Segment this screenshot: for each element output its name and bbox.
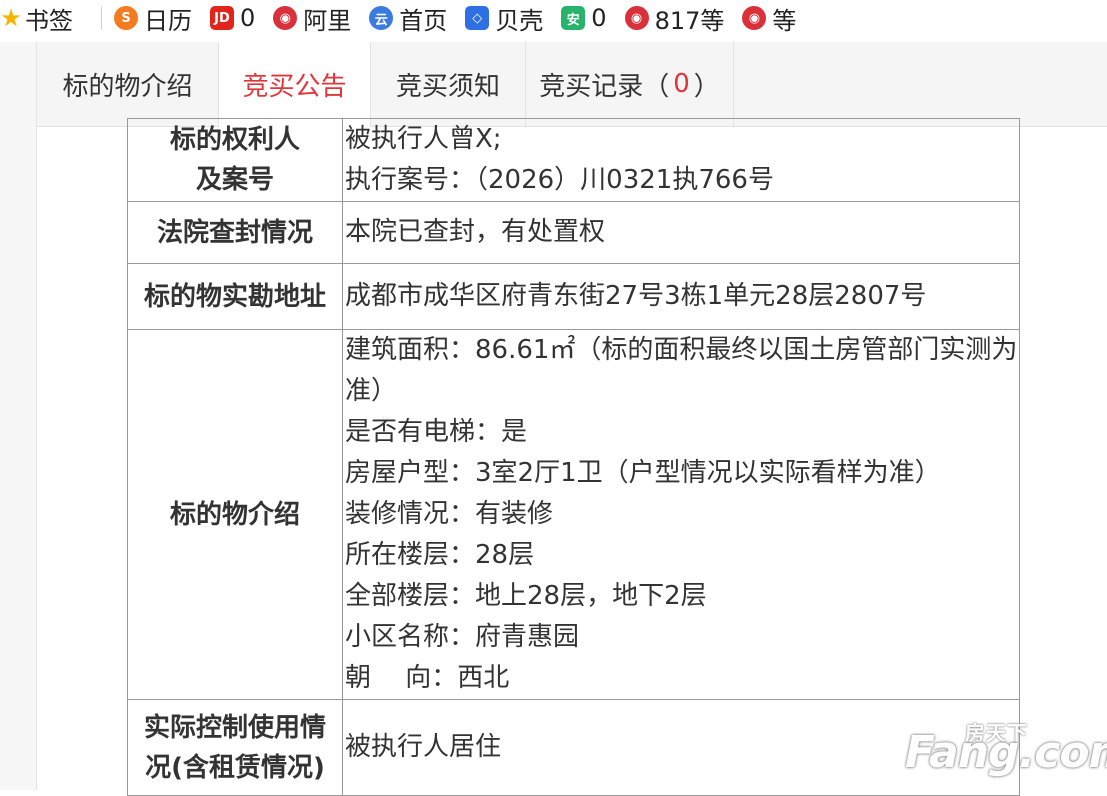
- bookmark-label: 817等: [654, 6, 725, 35]
- table-row: 实际控制使用情 况(含租赁情况) 被执行人居住: [127, 699, 1020, 796]
- row-value: 建筑面积：86.61㎡（标的面积最终以国土房管部门实测为准） 是否有电梯：是房屋户…: [342, 329, 1020, 700]
- fang-watermark: 房天下 Fang.com: [905, 717, 1107, 787]
- tab-0[interactable]: 标的物介绍: [37, 42, 219, 126]
- row-value: 成都市成华区府青东街27号3栋1单元28层2807号: [342, 263, 1020, 330]
- row-value-line: 装修情况：有装修: [345, 499, 554, 529]
- row-key-line: 法院查封情况: [156, 217, 313, 248]
- bookmark-item-2[interactable]: JD 0: [210, 0, 259, 36]
- bookmark-item-6[interactable]: 安0: [561, 0, 610, 36]
- row-key: 标的物介绍: [127, 329, 343, 700]
- row-value-line: 建筑面积：86.61㎡（标的面积最终以国土房管部门实测为准）: [345, 335, 1018, 406]
- bookmark-label: 等: [772, 6, 797, 35]
- sina-icon: S: [114, 6, 138, 30]
- row-value-line: 成都市成华区府青东街27号3栋1单元28层2807号: [345, 281, 927, 311]
- bookmark-item-8[interactable]: ◉ 等: [742, 0, 800, 36]
- bookmark-label: 0: [591, 4, 607, 32]
- auction-info-table: 标的权利人 及案号 被执行人曾X; 执行案号：（2026）川0321执766号 法院查封…: [127, 118, 1020, 796]
- bookmark-label: 书签: [25, 6, 73, 35]
- row-value-line: 全部楼层：地上28层，地下2层: [345, 581, 707, 611]
- bookmark-label: 贝壳: [495, 6, 544, 35]
- row-key: 法院查封情况: [127, 201, 343, 264]
- row-value-line: 本院已查封，有处置权: [345, 217, 606, 247]
- bookmark-label: 0: [240, 4, 256, 32]
- tab-label: 标的物介绍: [62, 71, 193, 102]
- beike-icon: ◇: [465, 6, 490, 30]
- row-key-line: 标的权利人: [169, 125, 300, 155]
- star-icon: ★: [0, 4, 22, 32]
- bookmark-label: 首页: [399, 6, 448, 35]
- tab-count: 0: [673, 69, 690, 99]
- row-value-line: 朝 向：西北: [345, 663, 510, 693]
- ali-icon: ◉: [624, 6, 649, 30]
- row-key-line: 标的物介绍: [169, 499, 300, 530]
- page-background: 标的物介绍 竞买公告 竞买须知 竞买记录（ 0） 标的权利人 及案号 被执行人曾X; 执行案号…: [0, 42, 1107, 796]
- jd-icon: JD: [210, 6, 234, 30]
- bookmark-item-5[interactable]: ◇ 贝壳: [465, 0, 547, 36]
- tab-2[interactable]: 竞买须知: [371, 42, 526, 126]
- tab-3[interactable]: 竞买记录（ 0）: [526, 42, 734, 126]
- row-key-line: 标的物实勘地址: [143, 281, 326, 312]
- an-icon: 安: [561, 6, 586, 30]
- row-key: 标的权利人 及案号: [127, 118, 343, 202]
- tab-1[interactable]: 竞买公告: [219, 42, 371, 127]
- ali-icon: ◉: [273, 6, 298, 30]
- watermark-logo-text: Fang.com: [905, 727, 1107, 778]
- bookmark-item-7[interactable]: ◉ 817等: [624, 0, 729, 36]
- row-value: 本院已查封，有处置权: [342, 201, 1020, 264]
- row-value-line: 小区名称：府青惠园: [345, 622, 580, 652]
- table-row: 标的权利人 及案号 被执行人曾X; 执行案号：（2026）川0321执766号: [127, 118, 1020, 202]
- row-value-line: 被执行人曾X;: [345, 124, 502, 154]
- bookmark-item-3[interactable]: ◉ 阿里: [273, 0, 355, 36]
- row-key-line: 及案号: [195, 165, 274, 195]
- row-value: 被执行人曾X; 执行案号：（2026）川0321执766号: [342, 118, 1020, 202]
- tab-label: 竞买记录（: [539, 71, 670, 102]
- table-row: 标的物实勘地址 成都市成华区府青东街27号3栋1单元28层2807号: [127, 263, 1020, 330]
- ali-icon: ◉: [742, 6, 767, 30]
- cloud-icon: 云: [369, 6, 394, 30]
- tab-label: 竞买公告: [242, 72, 347, 102]
- row-key-line: 实际控制使用情: [143, 712, 326, 743]
- bookmarks-bar: ★ 书签 S 日历 JD 0 ◉ 阿里云首页 ◇ 贝壳安 0 ◉ 817等 ◉ 等: [0, 0, 1107, 36]
- bookmark-item-1[interactable]: S 日历: [114, 0, 196, 36]
- bookmark-label: 日历: [144, 6, 192, 35]
- row-key: 实际控制使用情 况(含租赁情况): [127, 699, 343, 796]
- tab-label: 竞买须知: [395, 71, 500, 102]
- tab-bar: 标的物介绍 竞买公告 竞买须知 竞买记录（ 0）: [37, 42, 1107, 127]
- table-row: 法院查封情况 本院已查封，有处置权: [127, 201, 1020, 264]
- bookmark-label: 阿里: [303, 6, 352, 35]
- row-key-line: 况(含租赁情况): [145, 752, 325, 783]
- row-value-line: 执行案号：（2026）川0321执766号: [345, 165, 774, 195]
- row-key: 标的物实勘地址: [127, 263, 343, 330]
- bookmark-separator: [101, 7, 102, 29]
- tab-label-suffix: ）: [693, 71, 720, 102]
- row-value-line: 是否有电梯：是: [345, 417, 528, 447]
- content-panel: 标的物介绍 竞买公告 竞买须知 竞买记录（ 0） 标的权利人 及案号 被执行人曾X; 执行案号…: [36, 42, 1107, 796]
- table-row: 标的物介绍 建筑面积：86.61㎡（标的面积最终以国土房管部门实测为准） 是否有电梯…: [127, 329, 1020, 700]
- bookmark-item-4[interactable]: 云首页: [369, 0, 451, 36]
- row-value-line: 所在楼层：28层: [345, 540, 535, 570]
- bookmark-item-0[interactable]: ★ 书签: [0, 0, 77, 36]
- row-value-line: 房屋户型：3室2厅1卫（户型情况以实际看样为准）: [345, 458, 941, 488]
